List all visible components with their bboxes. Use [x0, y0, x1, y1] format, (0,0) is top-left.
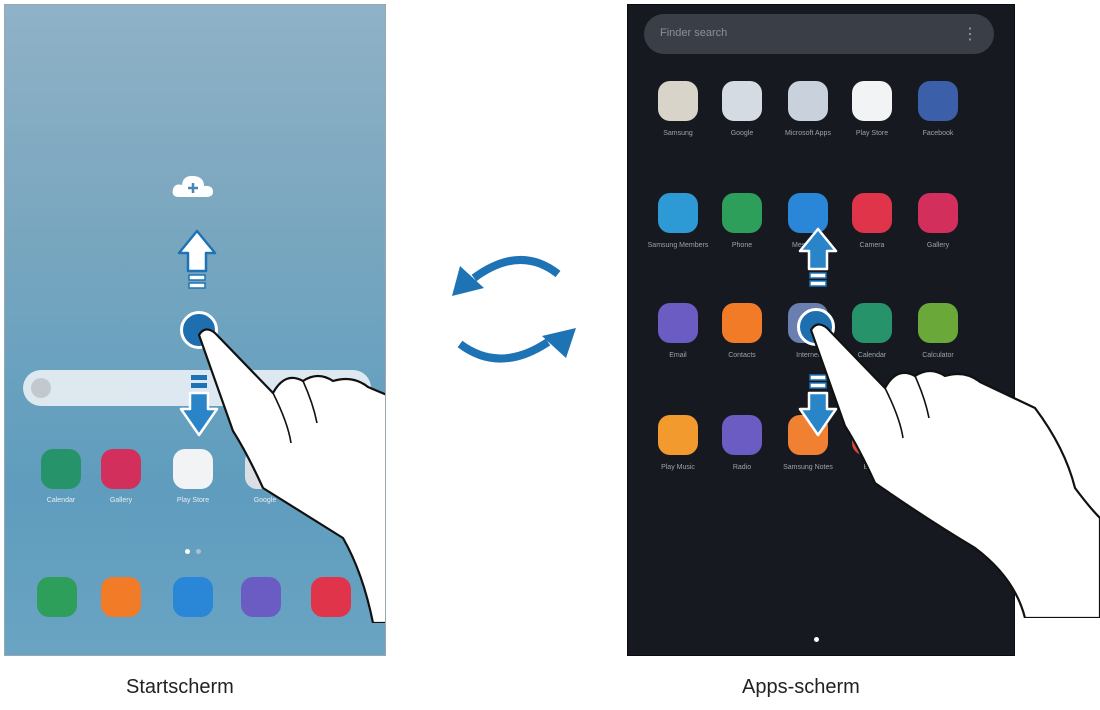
camera-icon[interactable] [852, 193, 892, 233]
play-store-icon[interactable] [852, 81, 892, 121]
finger-gesture-illustration [197, 328, 385, 623]
home-screen[interactable]: Calendar Gallery Play Store Google [4, 4, 386, 656]
gallery-icon[interactable] [918, 193, 958, 233]
app-label: Email [669, 352, 687, 359]
app-label: Radio [732, 464, 752, 471]
radio-icon[interactable] [722, 415, 762, 455]
more-vertical-icon[interactable]: ⋮ [962, 24, 978, 44]
folder-icon[interactable] [658, 81, 698, 121]
app-label: Play Store [855, 130, 889, 137]
page-indicator-active [814, 637, 819, 642]
finder-search-placeholder: Finder search [660, 27, 728, 39]
google-search-icon [31, 378, 51, 398]
app-label: Gallery [109, 497, 133, 504]
app-label: Contacts [728, 352, 756, 359]
app-label: Google [730, 130, 754, 137]
app-label: Samsung [663, 130, 693, 137]
folder-icon[interactable] [788, 81, 828, 121]
phone-icon[interactable] [722, 193, 762, 233]
play-music-icon[interactable] [658, 415, 698, 455]
swipe-up-arrow-icon [177, 229, 217, 289]
folder-icon[interactable] [722, 81, 762, 121]
app-label: Microsoft Apps [785, 130, 831, 137]
app-label: Play Music [661, 464, 695, 471]
members-icon[interactable] [658, 193, 698, 233]
app-label: Facebook [922, 130, 954, 137]
finder-search-bar[interactable]: Finder search ⋮ [644, 14, 994, 54]
email-icon[interactable] [658, 303, 698, 343]
facebook-icon[interactable] [918, 81, 958, 121]
app-label: Phone [731, 242, 753, 249]
caption-home: Startscherm [126, 676, 234, 698]
contacts-icon[interactable] [101, 577, 141, 617]
calendar-icon[interactable] [41, 449, 81, 489]
caption-apps: Apps-scherm [742, 676, 860, 698]
cloud-add-icon[interactable] [169, 171, 217, 203]
app-label: Samsung Members [647, 242, 709, 249]
finger-gesture-illustration [809, 323, 1100, 618]
swipe-up-arrow-icon [798, 227, 838, 287]
phone-icon[interactable] [37, 577, 77, 617]
app-label: Camera [859, 242, 885, 249]
switch-screens-icon [452, 256, 576, 363]
gallery-icon[interactable] [101, 449, 141, 489]
contacts-icon[interactable] [722, 303, 762, 343]
page-indicator-active [185, 549, 190, 554]
app-label: Gallery [926, 242, 950, 249]
